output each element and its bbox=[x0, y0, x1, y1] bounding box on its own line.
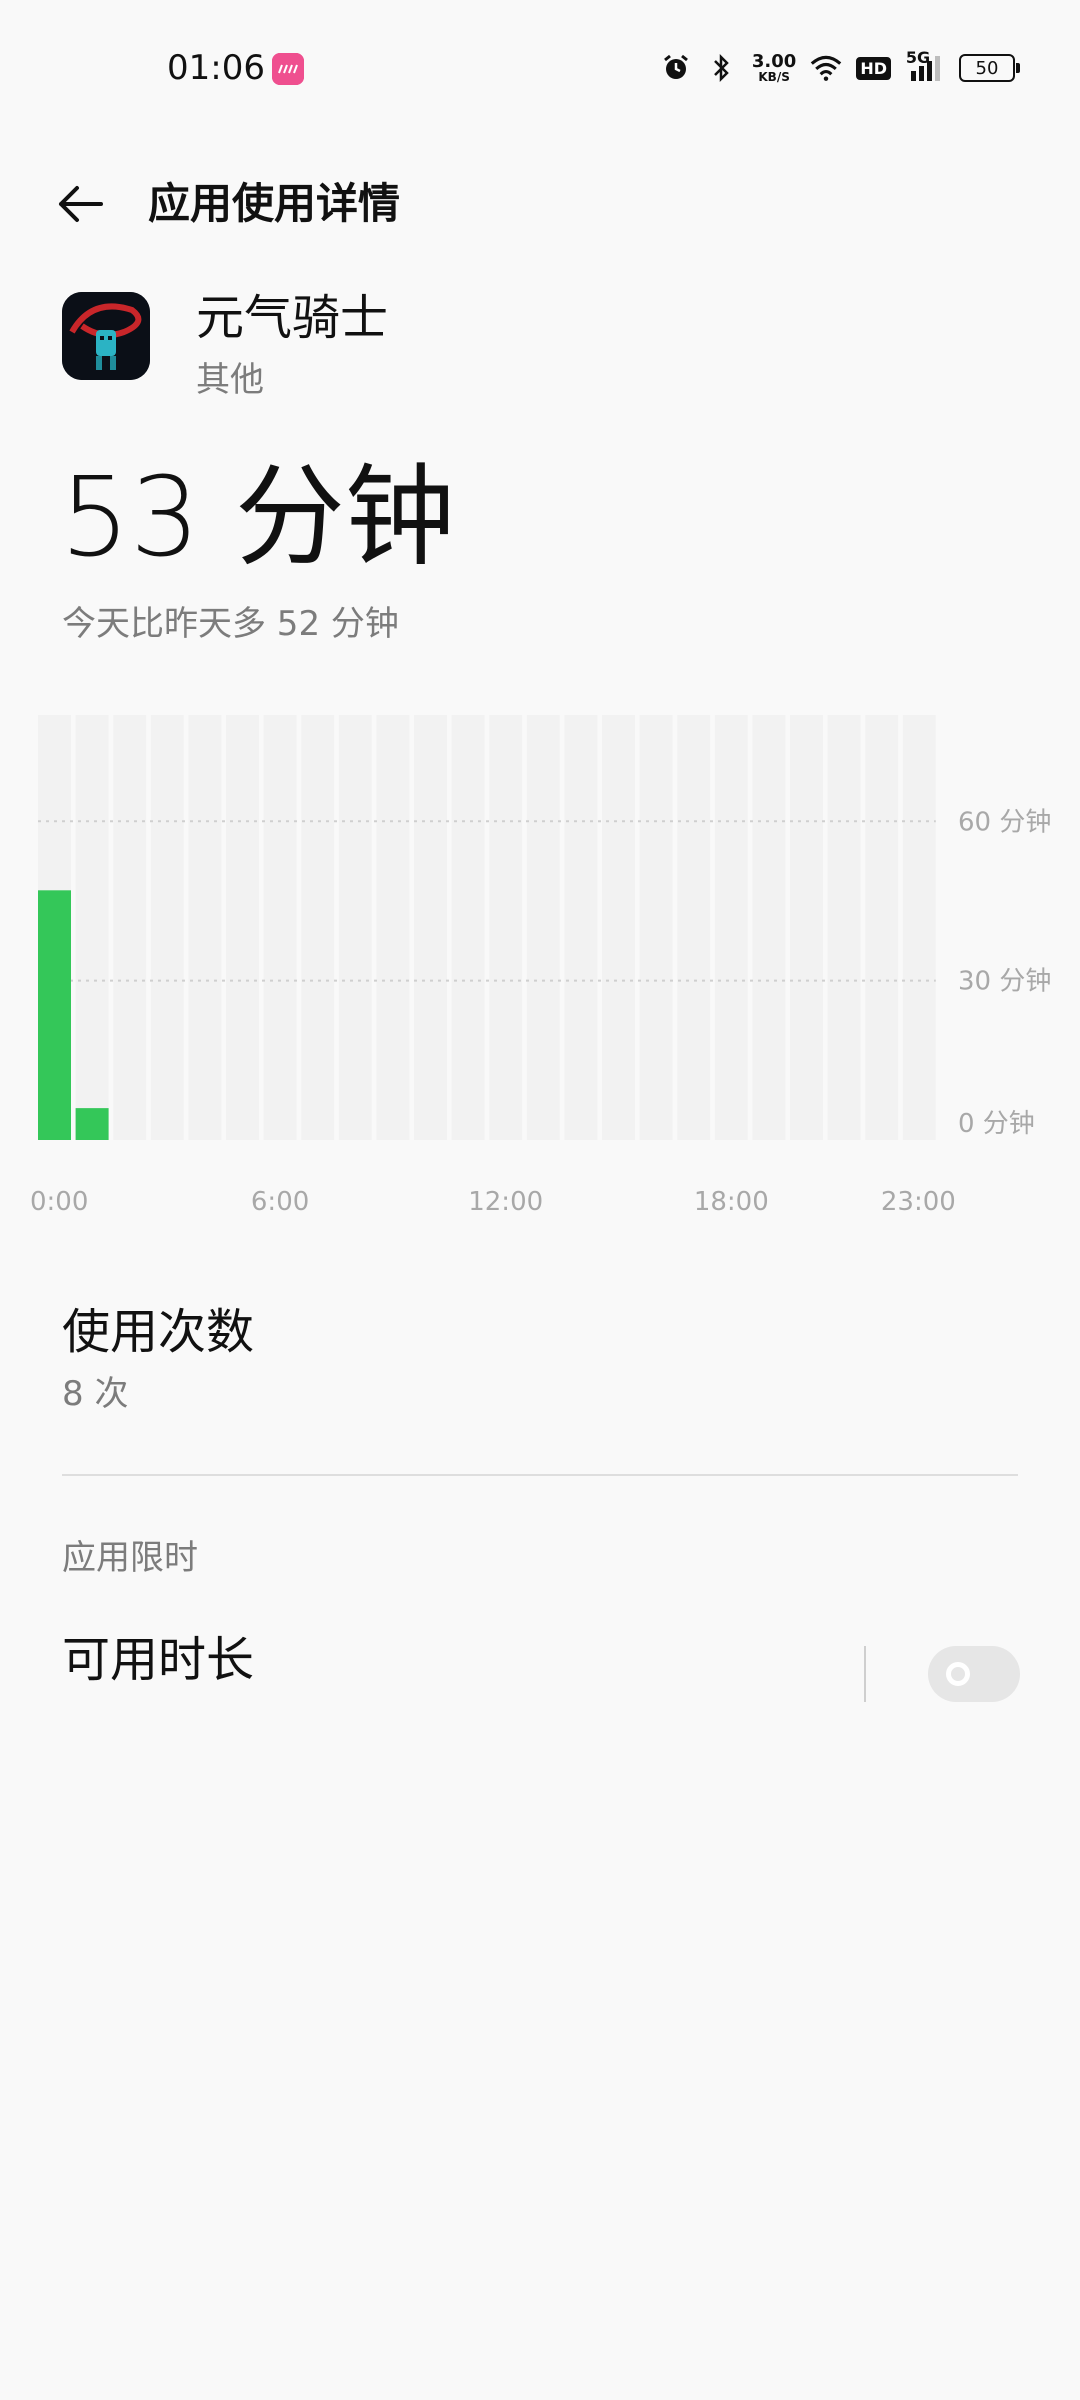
chart-track-15 bbox=[602, 715, 635, 1140]
status-icons: 3.00 KB/S HD 5G 50 bbox=[660, 48, 1020, 88]
usage-count-title: 使用次数 bbox=[62, 1304, 255, 1360]
network-speed: 3.00 KB/S bbox=[751, 51, 797, 84]
chart-track-20 bbox=[790, 715, 823, 1140]
available-duration-label: 可用时长 bbox=[62, 1632, 255, 1688]
app-name: 元气骑士 bbox=[196, 290, 389, 346]
chart-track-6 bbox=[263, 715, 297, 1140]
total-usage-time: 53 分钟 bbox=[60, 453, 455, 581]
toggle-knob bbox=[946, 1662, 970, 1686]
chart-track-7 bbox=[301, 715, 335, 1140]
chart-track-10 bbox=[414, 715, 447, 1140]
back-button[interactable] bbox=[50, 174, 110, 234]
chart-bar-1 bbox=[75, 1108, 109, 1140]
chart-track-14 bbox=[564, 715, 598, 1140]
vertical-separator bbox=[864, 1646, 866, 1702]
chart-track-18 bbox=[714, 715, 748, 1140]
wifi-icon bbox=[810, 52, 842, 84]
network-type: 5G bbox=[905, 47, 931, 67]
arrow-left-icon bbox=[59, 186, 103, 222]
soul-knight-app-icon bbox=[62, 292, 150, 380]
chart-track-19 bbox=[752, 715, 786, 1140]
available-duration-toggle[interactable] bbox=[928, 1646, 1020, 1702]
app-limit-section-label: 应用限时 bbox=[62, 1538, 198, 1578]
hourly-usage-chart-svg: 60 分钟 30 分钟 0 分钟 0:00 6:00 12:00 18:00 23:00 bbox=[30, 715, 1051, 1217]
chart-track-17 bbox=[677, 715, 711, 1140]
chart-track-2 bbox=[113, 715, 147, 1140]
chart-y-tick-label: 30 分钟 bbox=[958, 967, 1051, 997]
chart-track-3 bbox=[150, 715, 184, 1140]
app-bar: 应用使用详情 bbox=[0, 160, 1080, 240]
chart-y-tick-label: 60 分钟 bbox=[958, 807, 1051, 837]
chart-track-22 bbox=[865, 715, 899, 1140]
chart-track-12 bbox=[489, 715, 523, 1140]
chart-track-5 bbox=[226, 715, 259, 1140]
chart-track-4 bbox=[188, 715, 222, 1140]
chart-x-tick-label: 12:00 bbox=[468, 1187, 543, 1215]
status-bar: 01:06 3.00 KB/S HD 5G 50 bbox=[0, 0, 1080, 135]
hourly-usage-chart: 60 分钟 30 分钟 0 分钟 0:00 6:00 12:00 18:00 23:00 bbox=[0, 715, 1080, 1217]
network-speed-value: 3.00 bbox=[751, 51, 797, 72]
chart-track-11 bbox=[451, 715, 485, 1140]
chart-x-tick-label: 18:00 bbox=[694, 1187, 769, 1215]
network-speed-unit: KB/S bbox=[758, 70, 790, 84]
bluetooth-icon bbox=[706, 52, 738, 84]
chart-x-tick-label: 6:00 bbox=[251, 1187, 309, 1215]
chart-bar-0 bbox=[38, 890, 71, 1140]
page-title: 应用使用详情 bbox=[148, 179, 401, 228]
usage-comparison: 今天比昨天多 52 分钟 bbox=[62, 604, 399, 644]
app-info: 元气骑士 其他 bbox=[62, 290, 389, 401]
battery-level: 50 bbox=[975, 57, 999, 79]
status-time: 01:06 bbox=[167, 48, 265, 88]
chart-track-23 bbox=[902, 715, 936, 1140]
signal-icon: 5G bbox=[905, 48, 945, 84]
app-category: 其他 bbox=[196, 359, 264, 400]
chart-track-9 bbox=[376, 715, 410, 1140]
section-divider bbox=[62, 1474, 1018, 1476]
chart-x-tick-label: 0:00 bbox=[30, 1187, 88, 1215]
hd-voice-icon: HD bbox=[856, 56, 891, 80]
usage-count-value: 8 次 bbox=[62, 1374, 129, 1414]
chart-track-1 bbox=[75, 715, 109, 1140]
chart-track-21 bbox=[827, 715, 861, 1140]
lofter-notification-icon bbox=[272, 53, 304, 85]
chart-x-tick-label: 23:00 bbox=[881, 1187, 956, 1215]
chart-track-13 bbox=[526, 715, 560, 1140]
chart-y-tick-label: 0 分钟 bbox=[958, 1109, 1035, 1139]
alarm-icon bbox=[660, 52, 692, 84]
chart-track-16 bbox=[639, 715, 673, 1140]
chart-track-8 bbox=[338, 715, 372, 1140]
battery-icon: 50 bbox=[959, 54, 1020, 82]
